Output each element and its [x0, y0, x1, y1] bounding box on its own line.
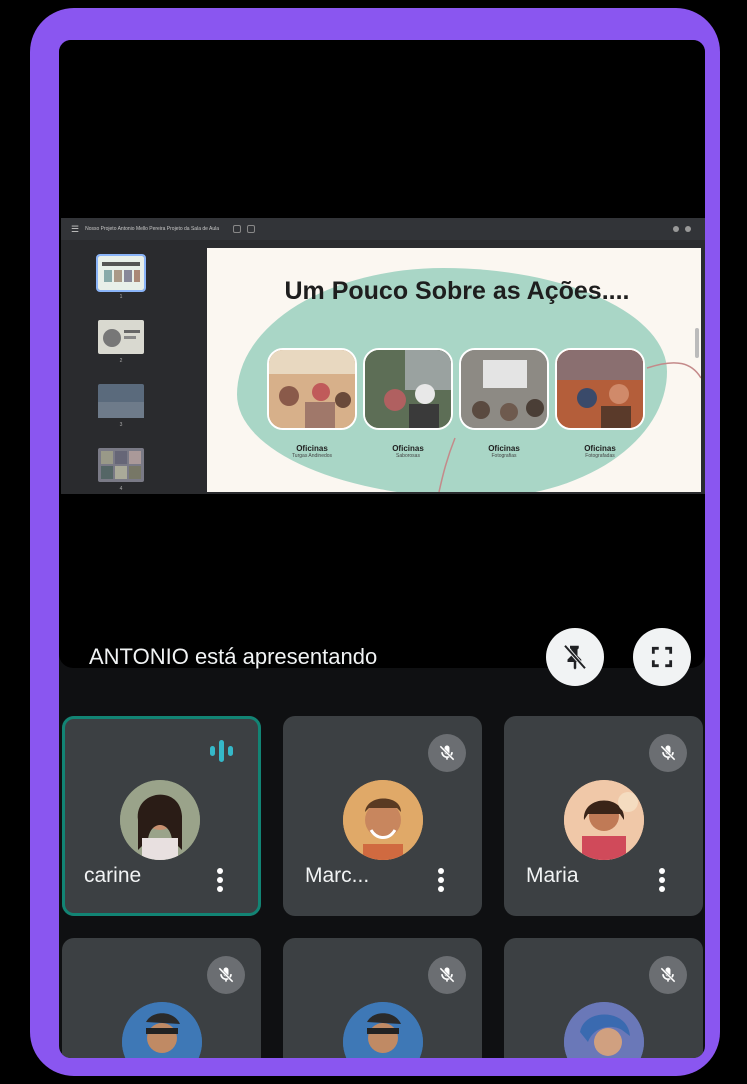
document-title: Nosso Projeto Antonio Mello Pereira Proj…	[85, 226, 220, 232]
slide-photo	[459, 348, 549, 430]
meeting-screen: ☰ Nosso Projeto Antonio Mello Pereira Pr…	[59, 40, 705, 1058]
slide-caption: Oficinas Fotografadas	[554, 444, 646, 459]
participant-tile[interactable]	[504, 938, 703, 1058]
more-options-icon[interactable]	[435, 860, 447, 900]
mic-off-icon	[428, 956, 466, 994]
toolbar-box-icon	[233, 225, 242, 233]
mic-off-icon	[649, 734, 687, 772]
participant-tile[interactable]: carine	[62, 716, 261, 916]
current-slide: Um Pouco Sobre as Ações.... Oficinas Tur…	[207, 248, 701, 492]
participant-name: carine	[84, 864, 142, 887]
slide-number: 4	[119, 486, 123, 492]
avatar	[564, 1002, 644, 1058]
caption-title: Oficinas	[392, 444, 424, 453]
toolbar-box-icon	[247, 225, 256, 233]
more-options-icon[interactable]	[214, 860, 226, 900]
slide-caption: Oficinas Turgas Andinedos	[266, 444, 358, 459]
fullscreen-icon	[651, 646, 673, 668]
audio-level-icon	[210, 740, 233, 762]
slide-number: 3	[119, 422, 123, 428]
caption-subtitle: Saborosas	[396, 453, 420, 459]
participant-tile[interactable]	[62, 938, 261, 1058]
slide-photo	[555, 348, 645, 430]
presentation-stage[interactable]: ☰ Nosso Projeto Antonio Mello Pereira Pr…	[59, 40, 705, 686]
avatar	[343, 1002, 423, 1058]
participant-tile[interactable]: Maria	[504, 716, 703, 916]
caption-subtitle: Fotografias	[491, 453, 517, 459]
caption-subtitle: Fotografadas	[585, 453, 615, 459]
more-options-icon[interactable]	[656, 860, 668, 900]
slide-photo	[363, 348, 453, 430]
fullscreen-button[interactable]	[633, 628, 691, 686]
slide-thumbnails: 1 2 3 4	[61, 240, 203, 494]
participant-name: Maria	[526, 864, 579, 887]
slides-toolbar: ☰ Nosso Projeto Antonio Mello Pereira Pr…	[61, 218, 705, 240]
toolbar-dot-icon	[685, 226, 691, 232]
unpin-button[interactable]	[546, 628, 604, 686]
slide-thumbnail	[98, 384, 144, 418]
participant-name: Marc...	[305, 864, 370, 887]
caption-title: Oficinas	[584, 444, 616, 453]
slide-thumbnail	[98, 448, 144, 482]
hamburger-icon: ☰	[71, 223, 80, 234]
slide-photo	[267, 348, 357, 430]
participant-tile[interactable]	[283, 938, 482, 1058]
caption-title: Oficinas	[296, 444, 328, 453]
toolbar-dot-icon	[673, 226, 679, 232]
caption-title: Oficinas	[488, 444, 520, 453]
slide-number: 2	[119, 358, 123, 364]
caption-subtitle: Turgas Andinedos	[291, 453, 333, 459]
slide-number: 1	[119, 294, 123, 300]
avatar	[564, 780, 644, 860]
participant-tile[interactable]: Marc...	[283, 716, 482, 916]
slide-thumbnail	[98, 320, 144, 354]
shared-slides-window: ☰ Nosso Projeto Antonio Mello Pereira Pr…	[61, 218, 705, 494]
avatar	[343, 780, 423, 860]
mic-off-icon	[207, 956, 245, 994]
slide-thumbnail	[96, 254, 146, 292]
slide-caption: Oficinas Fotografias	[458, 444, 550, 459]
unpin-icon	[563, 644, 587, 670]
slide-title: Um Pouco Sobre as Ações....	[284, 277, 630, 305]
avatar	[120, 780, 200, 860]
slide-scrollbar[interactable]	[695, 328, 699, 358]
slide-caption: Oficinas Saborosas	[362, 444, 454, 459]
presenter-label: ANTONIO está apresentando	[89, 644, 378, 669]
mic-off-icon	[428, 734, 466, 772]
mic-off-icon	[649, 956, 687, 994]
avatar	[122, 1002, 202, 1058]
